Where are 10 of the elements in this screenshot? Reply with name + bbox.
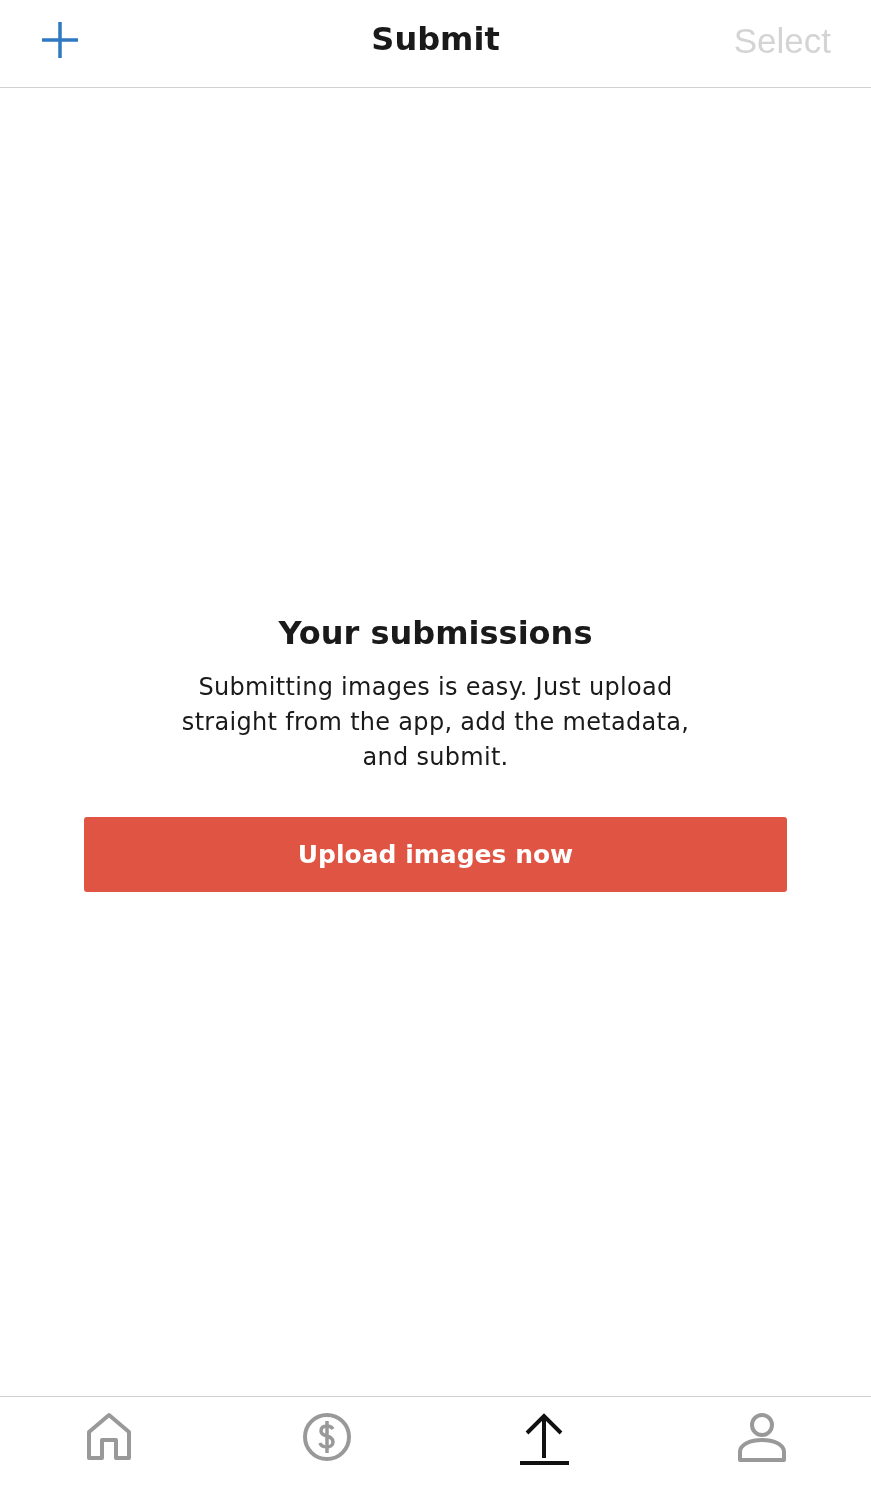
profile-icon (737, 1412, 788, 1462)
selected-indicator (519, 1461, 569, 1465)
upload-button[interactable]: Upload images now (84, 817, 787, 892)
empty-state-title: Your submissions (278, 614, 593, 652)
dollar-icon (301, 1412, 352, 1462)
empty-state-description: Submitting images is easy. Just upload straight from the app, add the metadata, and submit. (180, 672, 691, 773)
screen-title: Submit (370, 20, 501, 58)
home-icon (84, 1412, 133, 1460)
add-icon (42, 22, 78, 58)
add-button[interactable] (42, 22, 78, 58)
